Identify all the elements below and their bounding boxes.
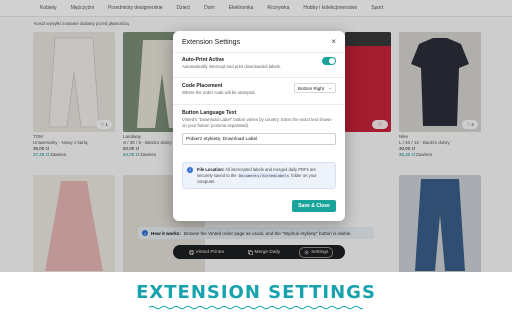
button-text-input[interactable]: Pobierz etykietę, Download Label: [182, 133, 336, 145]
wave-underline: [149, 305, 363, 310]
auto-print-row: Auto-Print Active Automatically intercep…: [182, 57, 282, 69]
file-location-info: i File Location: All intercepted labels …: [182, 162, 336, 189]
divider: [173, 77, 345, 78]
banner-title: EXTENSION SETTINGS: [136, 282, 376, 303]
modal-title: Extension Settings: [182, 39, 240, 46]
settings-modal: Extension Settings × Auto-Print Active A…: [173, 31, 345, 221]
divider: [173, 52, 345, 53]
chevron-down-icon: ⌄: [328, 85, 332, 90]
button-text-row: Button Language Text Vinted's "Download …: [182, 110, 332, 128]
folder-path: Documents/VintedLabels: [237, 173, 291, 178]
promo-banner: EXTENSION SETTINGS: [0, 272, 512, 320]
auto-print-toggle[interactable]: [322, 57, 336, 65]
placement-select[interactable]: Bottom Right ⌄: [294, 83, 336, 93]
info-icon: i: [187, 167, 193, 173]
placement-row: Code Placement Where the order code will…: [182, 83, 256, 95]
save-close-button[interactable]: Save & Close: [292, 200, 336, 212]
close-icon[interactable]: ×: [331, 38, 336, 46]
divider: [173, 104, 345, 105]
